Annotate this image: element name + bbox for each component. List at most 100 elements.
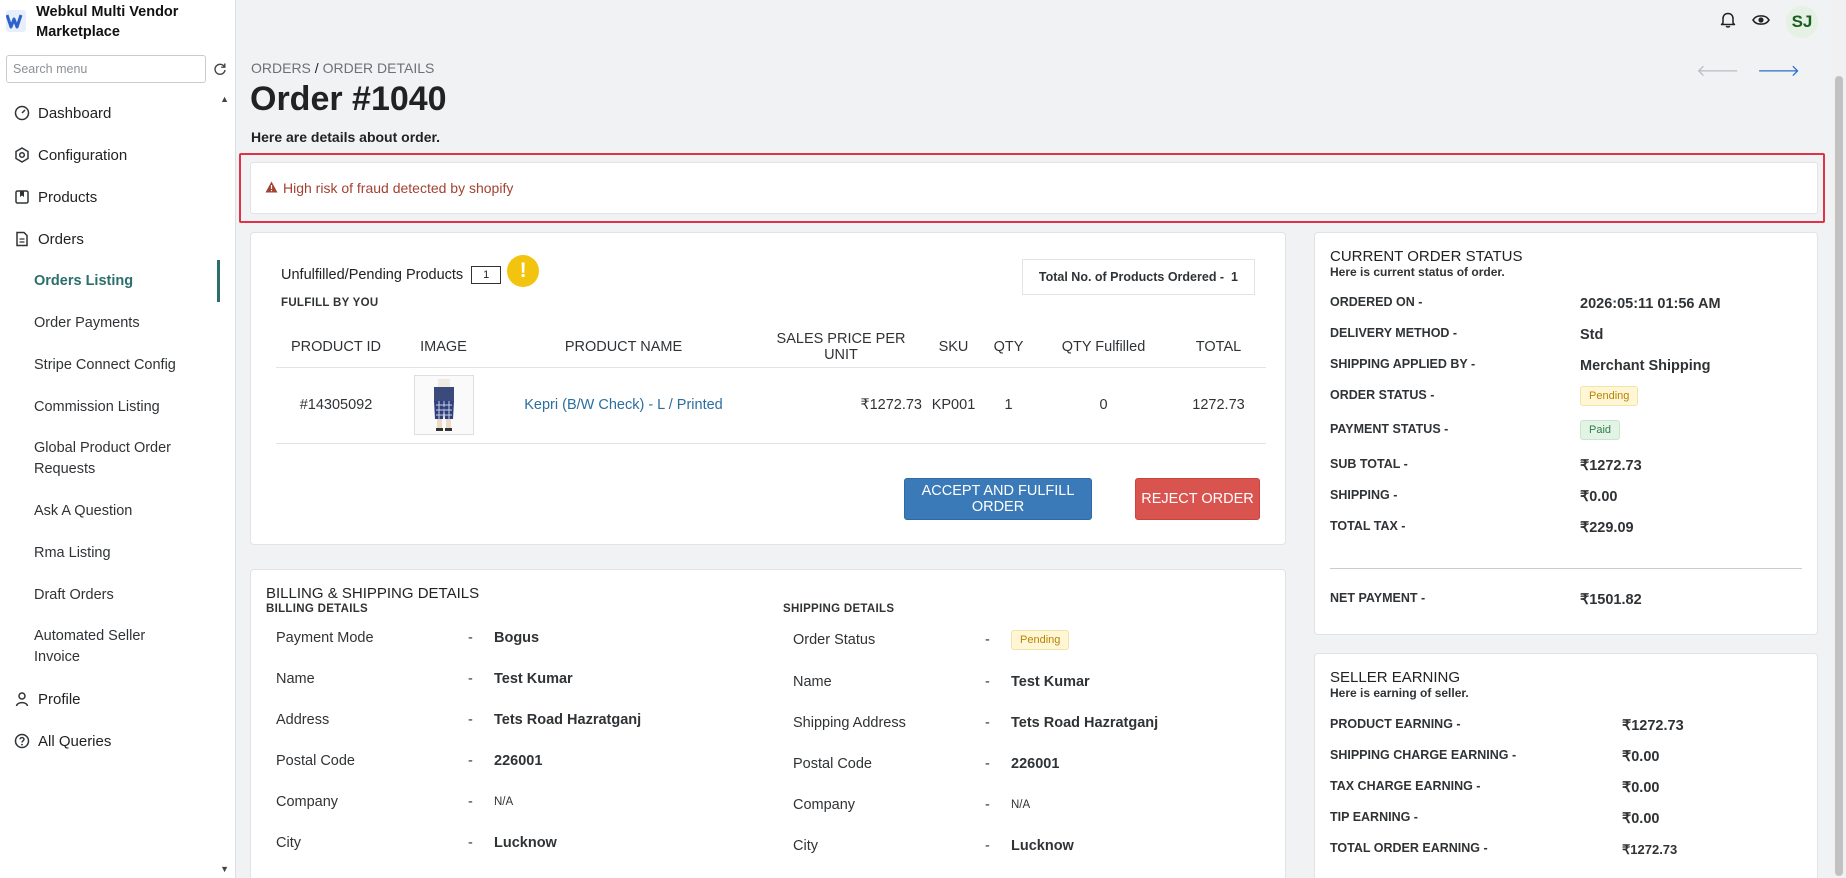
sidebar-subitem-automated-seller-invoice[interactable]: Automated Seller Invoice bbox=[0, 616, 170, 678]
col-total: TOTAL bbox=[1171, 327, 1266, 368]
sidebar-item-dashboard[interactable]: Dashboard bbox=[0, 92, 236, 134]
earning-row: SHIPPING CHARGE EARNING - ₹0.00 bbox=[1330, 748, 1800, 765]
eye-icon[interactable] bbox=[1752, 13, 1770, 32]
shipping-row: Shipping Address - Tets Road Hazratganj bbox=[793, 713, 1158, 733]
sidebar-item-label: Products bbox=[38, 188, 98, 206]
refresh-icon[interactable] bbox=[213, 62, 227, 76]
sidebar-subitem-order-payments[interactable]: Order Payments bbox=[0, 302, 236, 344]
sidebar-subitem-stripe-connect-config[interactable]: Stripe Connect Config bbox=[0, 344, 236, 386]
col-qty-fulfilled: QTY Fulfilled bbox=[1036, 327, 1171, 368]
earning-row: TOTAL ORDER EARNING - ₹1272.73 bbox=[1330, 841, 1800, 858]
earning-value: ₹0.00 bbox=[1622, 811, 1660, 827]
separator-dash: - bbox=[985, 715, 990, 731]
page-subtitle: Here are details about order. bbox=[251, 129, 441, 145]
sidebar-item-orders[interactable]: Orders bbox=[0, 218, 236, 260]
col-qty: QTY bbox=[981, 327, 1036, 368]
sidebar-subitem-orders-listing[interactable]: Orders Listing bbox=[0, 260, 220, 302]
billing-shipping-title: BILLING & SHIPPING DETAILS bbox=[266, 585, 480, 602]
status-value: ₹1272.73 bbox=[1580, 458, 1642, 474]
total-products-value: 1 bbox=[1231, 270, 1238, 284]
order-navigation: 🡐 🡒 bbox=[1696, 60, 1800, 81]
divider bbox=[1330, 568, 1802, 569]
status-label: SHIPPING APPLIED BY - bbox=[1330, 357, 1476, 371]
arrow-left-icon[interactable]: 🡐 bbox=[1696, 60, 1739, 81]
product-image[interactable] bbox=[413, 375, 474, 435]
sidebar-item-label: Dashboard bbox=[38, 104, 112, 122]
separator-dash: - bbox=[468, 753, 473, 769]
sidebar-subitem-draft-orders[interactable]: Draft Orders bbox=[0, 574, 236, 616]
separator-dash: - bbox=[468, 835, 473, 851]
status-label: ORDER STATUS - bbox=[1330, 388, 1435, 402]
shipping-row: Postal Code - 226001 bbox=[793, 754, 1059, 774]
sidebar-item-label: Orders bbox=[38, 230, 84, 248]
status-label: PAYMENT STATUS - bbox=[1330, 422, 1449, 436]
shipping-row: Name - Test Kumar bbox=[793, 672, 1090, 692]
payment-status-badge: Paid bbox=[1580, 420, 1621, 440]
earning-label: PRODUCT EARNING - bbox=[1330, 717, 1461, 731]
app-name: Webkul Multi Vendor Marketplace bbox=[36, 4, 179, 40]
separator-dash: - bbox=[985, 756, 990, 772]
separator-dash: - bbox=[985, 674, 990, 690]
col-product-id: PRODUCT ID bbox=[276, 327, 396, 368]
reject-order-button[interactable]: REJECT ORDER bbox=[1135, 478, 1260, 520]
unfulfilled-count: 1 bbox=[471, 266, 502, 284]
separator-dash: - bbox=[985, 797, 990, 813]
billing-value: Test Kumar bbox=[494, 671, 573, 687]
billing-row: City - Lucknow bbox=[276, 833, 557, 853]
page-scrollbar-thumb[interactable] bbox=[1835, 76, 1843, 876]
status-row: SHIPPING APPLIED BY - Merchant Shipping bbox=[1330, 357, 1800, 374]
exclamation-icon: ! bbox=[507, 255, 540, 287]
shipping-label: Shipping Address bbox=[793, 715, 906, 731]
sidebar-subitem-commission-listing[interactable]: Commission Listing bbox=[0, 386, 236, 428]
status-label: TOTAL TAX - bbox=[1330, 519, 1406, 533]
sidebar-item-label: All Queries bbox=[38, 732, 112, 750]
sidebar-item-profile[interactable]: Profile bbox=[0, 678, 236, 720]
page-title: Order #1040 bbox=[250, 80, 447, 118]
breadcrumb-order-details: ORDER DETAILS bbox=[322, 60, 435, 76]
sidebar-subitem-rma-listing[interactable]: Rma Listing bbox=[0, 532, 236, 574]
cell-qty-fulfilled: 0 bbox=[1036, 367, 1171, 444]
separator-dash: - bbox=[468, 671, 473, 687]
col-product-name: PRODUCT NAME bbox=[491, 327, 756, 368]
breadcrumb-orders[interactable]: ORDERS bbox=[251, 60, 311, 76]
cell-sku: KP001 bbox=[926, 367, 981, 444]
status-value: Merchant Shipping bbox=[1580, 358, 1711, 374]
separator-dash: - bbox=[468, 712, 473, 728]
status-row: PAYMENT STATUS - Paid bbox=[1330, 420, 1800, 440]
net-payment-label: NET PAYMENT - bbox=[1330, 591, 1426, 605]
billing-label: Postal Code bbox=[276, 753, 355, 769]
earning-value: ₹1272.73 bbox=[1622, 718, 1684, 734]
billing-label: City bbox=[276, 835, 301, 851]
status-row: ORDER STATUS - Pending bbox=[1330, 386, 1800, 406]
accept-fulfill-button[interactable]: ACCEPT AND FULFILL ORDER bbox=[904, 478, 1092, 520]
total-products-box: Total No. of Products Ordered - 1 bbox=[1021, 259, 1255, 295]
avatar[interactable]: SJ bbox=[1786, 6, 1818, 38]
billing-label: Company bbox=[276, 794, 339, 810]
sidebar-subitem-global-product-order-requests[interactable]: Global Product Order Requests bbox=[0, 428, 200, 490]
product-name-link[interactable]: Kepri (B/W Check) - L / Printed bbox=[524, 397, 723, 413]
sidebar-item-products[interactable]: Products bbox=[0, 176, 236, 218]
sidebar-subitem-ask-a-question[interactable]: Ask A Question bbox=[0, 490, 236, 532]
sidebar-menu: Dashboard Configuration Products Orders … bbox=[0, 92, 236, 762]
search-menu-input[interactable] bbox=[6, 55, 206, 83]
shipping-details-heading: SHIPPING DETAILS bbox=[783, 603, 895, 615]
col-sales-price: SALES PRICE PER UNIT bbox=[756, 327, 926, 368]
bell-icon[interactable] bbox=[1720, 11, 1736, 33]
seller-earning-card: SELLER EARNING Here is earning of seller… bbox=[1314, 653, 1818, 878]
status-row: SUB TOTAL - ₹1272.73 bbox=[1330, 457, 1800, 474]
col-sku: SKU bbox=[926, 327, 981, 368]
book-icon bbox=[13, 188, 31, 206]
unfulfilled-label: Unfulfilled/Pending Products bbox=[281, 267, 464, 283]
earning-row: PRODUCT EARNING - ₹1272.73 bbox=[1330, 717, 1800, 734]
shipping-status-badge: Pending bbox=[1011, 630, 1070, 650]
arrow-right-icon[interactable]: 🡒 bbox=[1757, 60, 1800, 81]
shipping-row: Order Status - Pending bbox=[793, 630, 1070, 650]
sidebar-item-configuration[interactable]: Configuration bbox=[0, 134, 236, 176]
table-row: #14305092 Kepri (B/W Check) - L / Printe… bbox=[276, 367, 1266, 444]
col-image: IMAGE bbox=[396, 327, 491, 368]
sidebar-scroll-down-icon[interactable]: ▼ bbox=[220, 864, 229, 874]
sidebar-item-all-queries[interactable]: All Queries bbox=[0, 720, 236, 762]
shipping-value: Test Kumar bbox=[1011, 674, 1090, 690]
page-scrollbar[interactable] bbox=[1832, 0, 1846, 878]
earning-card-subtitle: Here is earning of seller. bbox=[1330, 686, 1469, 700]
